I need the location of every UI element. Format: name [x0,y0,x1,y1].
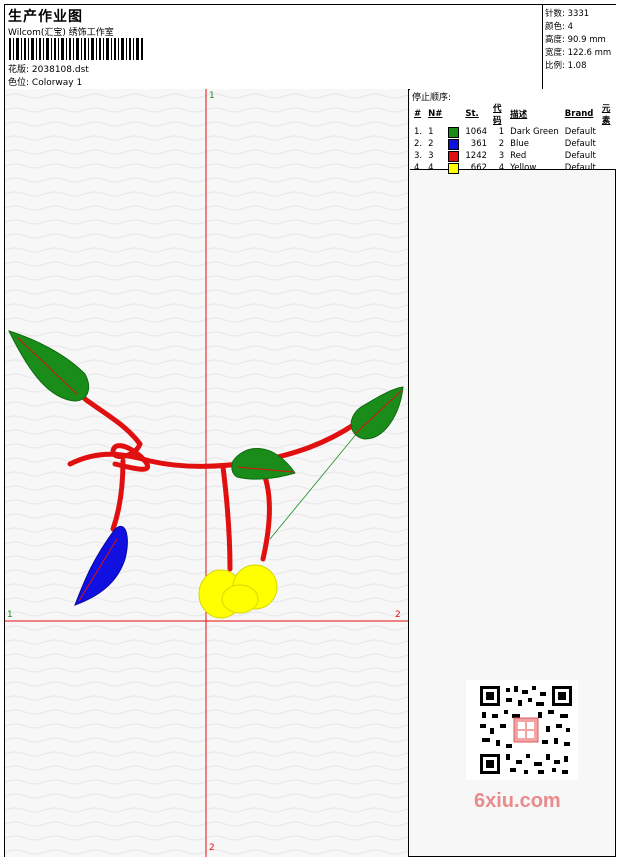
row-desc: Yellow [510,163,537,173]
row-brand: Default [564,127,596,137]
row-code: 1 [498,127,505,137]
axis-label-top: 1 [209,91,215,101]
design-label: 花版: [8,65,30,75]
qr-code-icon [466,680,578,780]
col-st: St. [465,109,479,119]
stats-box: 针数: 3331 颜色: 4 高度: 90.9 mm 宽度: 122.6 mm … [542,5,617,89]
stat-stitches: 针数: 3331 [545,9,590,19]
watermark: 6xiu.com [474,790,561,812]
table-row: 2. 2 361 2 Blue Default [411,138,616,150]
col-brand: Brand [564,109,594,119]
row-idx: 1. [414,127,423,137]
cherry-overlap [221,584,259,614]
col-code: 代码 [493,104,502,126]
stat-colors: 颜色: 4 [545,22,573,32]
qr-logo-seal [513,717,539,743]
col-swatch [445,102,462,126]
row-code: 2 [498,139,505,149]
color-swatch [448,126,460,138]
thread-table: # N# St. 代码 描述 Brand 元素 1. 1 1064 1 Dark… [411,102,616,174]
row-stitches: 662 [470,163,488,173]
row-idx: 3. [414,151,423,161]
design-value: 2038108.dst [31,65,89,75]
col-idx: # [414,109,422,119]
col-n: N# [428,109,443,119]
company-name: Wilcom(汇宝) 绣饰工作室 [8,28,114,38]
row-stitches: 1064 [465,127,488,137]
row-brand: Default [564,139,596,149]
row-code: 4 [498,163,505,173]
row-idx: 4. [414,163,423,173]
row-desc: Red [510,151,527,161]
embroidery-preview [5,89,408,857]
table-row: 1. 1 1064 1 Dark Green Default [411,126,616,138]
colorway-label: 色位: [8,78,30,88]
color-swatch [448,150,460,162]
design-line: 花版: 2038108.dst [8,62,89,75]
thread-header-row: # N# St. 代码 描述 Brand 元素 [411,102,616,126]
stat-height: 高度: 90.9 mm [545,35,606,45]
sheet-title: 生产作业图 [8,9,83,25]
row-idx: 2. [414,139,423,149]
col-element: 元素 [601,104,611,126]
color-swatch [448,138,460,150]
row-brand: Default [564,163,596,173]
row-code: 3 [498,151,505,161]
row-n: 1 [428,127,434,137]
stat-scale: 比例: 1.08 [545,61,587,71]
col-desc: 描述 [510,110,528,120]
row-stitches: 361 [470,139,488,149]
colorway-line: 色位: Colorway 1 [8,75,82,88]
table-row: 4. 4 662 4 Yellow Default [411,162,616,174]
row-desc: Blue [510,139,529,149]
axis-label-left: 1 [7,610,13,620]
row-n: 3 [428,151,434,161]
row-desc: Dark Green [510,127,559,137]
design-canvas: 1 2 1 2 [5,89,409,857]
stat-width: 宽度: 122.6 mm [545,48,612,58]
thread-panel: 停止顺序: # N# St. 代码 描述 Brand 元素 1. 1 1064 … [410,89,616,174]
row-brand: Default [564,151,596,161]
table-row: 3. 3 1242 3 Red Default [411,150,616,162]
header: 生产作业图 Wilcom(汇宝) 绣饰工作室 花版: 2038108.dst 色… [5,5,615,90]
color-swatch [448,162,460,174]
axis-label-bottom: 2 [209,843,215,853]
barcode [9,38,143,60]
row-n: 4 [428,163,434,173]
axis-label-right: 2 [395,610,401,620]
row-n: 2 [428,139,434,149]
row-stitches: 1242 [465,151,488,161]
qr-code [466,680,578,780]
colorway-value: Colorway 1 [31,78,83,88]
